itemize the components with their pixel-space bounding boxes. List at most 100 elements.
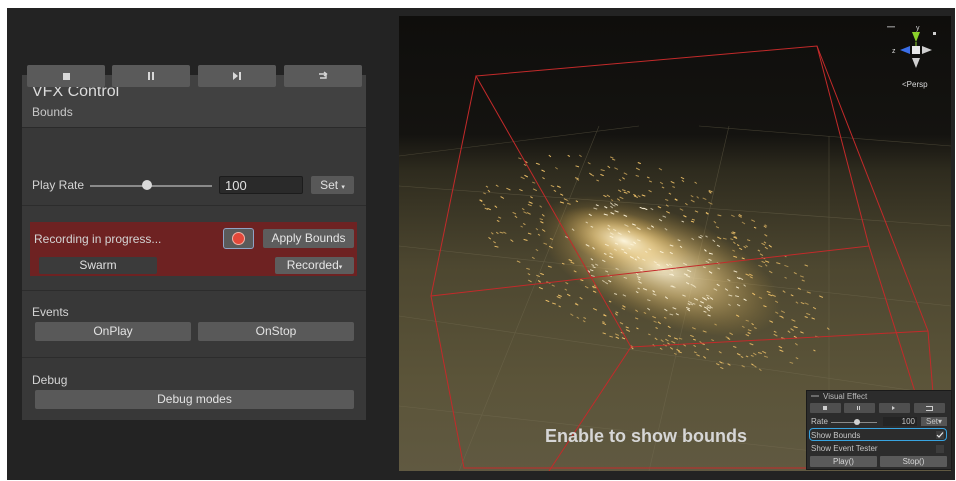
play-rate-field[interactable]: 100 [219,176,303,194]
overlay-set-dropdown[interactable]: Set▾ [921,417,947,426]
particle-spark [633,195,639,198]
particle-spark [531,256,535,260]
particle-spark [641,194,646,197]
pause-button[interactable] [112,65,190,87]
particle-spark [506,187,511,191]
particle-spark [539,205,543,208]
particle-spark [588,172,592,176]
particle-spark [749,343,754,346]
play-rate-slider-thumb[interactable] [142,180,152,190]
apply-bounds-button[interactable]: Apply Bounds [263,229,354,248]
particle-spark [730,214,735,218]
overlay-restart-button[interactable] [914,403,945,413]
play-rate-label: Play Rate [32,178,85,192]
particle-spark [495,231,499,235]
bounds-mode-dropdown[interactable]: Recorded▾ [275,257,354,274]
particle-spark [648,333,651,336]
particle-spark [499,231,504,234]
particle-spark [790,294,794,297]
particle-spark [716,363,720,366]
particle-spark [592,307,598,311]
overlay-step-button[interactable] [879,403,910,413]
on-play-button[interactable]: OnPlay [35,322,191,341]
overlay-pause-button[interactable] [844,403,875,413]
perspective-toggle[interactable]: <Persp [902,80,928,89]
particle-spark [600,173,604,177]
particle-spark [520,176,525,180]
particle-spark [751,219,756,223]
particle-spark [717,214,722,217]
particle-spark [784,276,787,279]
particle-spark [618,178,622,182]
particle-spark [527,203,532,207]
particle-spark [535,162,540,165]
dropdown-arrow-icon: ▾ [938,417,943,426]
particle-spark [552,302,556,305]
on-stop-button[interactable]: OnStop [198,322,354,341]
particle-spark [487,189,491,193]
particle-spark [566,293,571,297]
overlay-rate-slider-thumb[interactable] [854,419,860,425]
particle-spark [494,245,499,248]
particle-spark [696,196,700,199]
particle-spark [799,331,803,334]
particle-spark [702,197,707,201]
record-icon [233,233,244,244]
particle-spark [782,290,786,293]
particle-spark [678,351,682,354]
particle-spark [607,165,611,169]
particle-spark [570,313,574,317]
stop-button[interactable] [27,65,105,87]
system-name-field[interactable]: Swarm [39,257,157,274]
overlay-rate-field[interactable]: 100 [883,417,917,426]
particle-spark [555,166,558,170]
particle-spark [614,167,619,170]
particle-spark [665,198,669,201]
particle-spark [665,338,669,342]
particle-spark [763,241,767,244]
particle-spark [633,193,637,197]
record-toggle-button[interactable] [223,228,254,249]
particle-spark [623,191,628,194]
step-icon [233,72,241,80]
particle-spark [527,273,531,276]
set-rate-dropdown[interactable]: Set ▾ [311,176,354,194]
particle-spark [793,335,798,339]
pause-icon [148,72,154,80]
show-bounds-checkbox[interactable] [936,431,944,439]
debug-modes-button[interactable]: Debug modes [35,390,354,409]
particle-spark [483,192,487,195]
particle-spark [532,181,536,184]
debug-label: Debug [32,373,68,387]
overlay-grip-icon[interactable] [811,395,819,397]
restart-button[interactable] [284,65,362,87]
particle-spark [648,180,652,183]
particle-spark [773,330,777,333]
section-divider [22,205,366,206]
particle-spark [670,180,675,184]
particle-spark [655,327,658,330]
particle-spark [768,270,773,274]
overlay-play-button[interactable]: Play() [810,456,877,467]
show-event-tester-checkbox[interactable] [936,445,944,453]
particle-spark [575,165,580,168]
overlay-stop-button[interactable] [810,403,841,413]
particle-spark [556,295,561,299]
particle-spark [551,284,555,287]
step-button[interactable] [198,65,276,87]
particle-spark [690,334,694,338]
particle-spark [596,179,600,182]
particle-spark [514,215,518,219]
overlay-stop-event-button[interactable]: Stop() [880,456,947,467]
orientation-gizmo[interactable]: y z [886,22,946,77]
particle-spark [646,176,650,179]
particle-spark [661,186,665,189]
particle-spark [523,238,528,241]
particle-spark [635,174,640,177]
particle-spark [659,347,663,350]
particle-spark [680,176,685,180]
particle-spark [526,212,531,215]
particle-spark [565,281,569,285]
particle-spark [671,340,676,344]
particle-spark [522,222,526,226]
